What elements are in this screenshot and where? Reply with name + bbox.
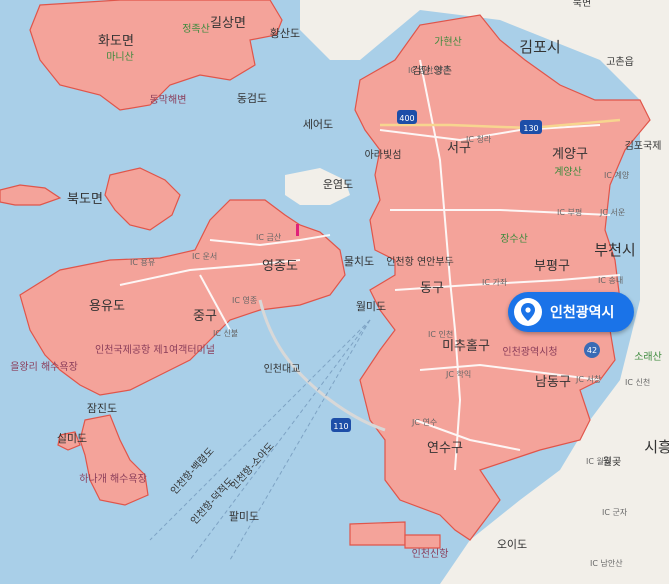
city-marker-label: 인천광역시 [550,305,615,321]
city-marker[interactable]: 인천광역시 [508,292,634,332]
label-gochon: 고촌읍 [606,56,634,68]
label-wolmi-do: 월미도 [356,300,386,313]
label-gyeyang-gu: 계양구 [552,147,588,162]
label-incheon-ferry: 인천항 연안부두 [386,256,454,268]
ic-marker: IC 신천 [625,377,650,387]
ic-marker: JC 학익 [445,369,471,379]
label-dong-gu: 동구 [420,281,444,296]
label-dongmak-beach: 동막해변 [150,93,187,106]
ic-marker: IC 월곶 [586,456,611,466]
construction-marker [296,224,299,236]
label-yeongjong-do: 영종도 [262,259,298,274]
label-gimpo-si: 김포시 [519,38,560,56]
ic-marker: IC 영종 [232,295,257,305]
label-jammil-do: 잠진도 [87,402,117,415]
svg-text:110: 110 [333,422,348,431]
label-undeom-do: 운염도 [323,178,353,191]
label-sorae-san: 소래산 [634,351,662,363]
label-hwado-myeon: 화도면 [98,34,134,49]
ic-marker: IC 인천 [428,329,453,339]
label-siheung-si: 시흥 [644,438,669,456]
label-gyeyang-san: 계양산 [554,166,582,178]
label-bucheon-si: 부천시 [594,241,635,259]
label-oi-do: 오이도 [497,538,527,551]
ic-marker: JC 서창 [575,375,602,384]
newport-pier [404,534,441,549]
ic-marker: IC 청라 [466,135,492,144]
ic-marker: IC 송내 [598,276,623,285]
ic-marker: IC 가좌 [482,278,508,287]
label-namdong-gu: 남동구 [535,375,571,390]
label-jung-gu-island: 중구 [193,309,217,324]
highway-shield-110: 110 [331,418,351,432]
label-incheon-city-hall: 인천광역시청 [502,346,557,358]
ic-marker: IC 검단.양촌 [408,65,450,75]
label-hanagae-beach: 하나개 해수욕장 [79,472,147,485]
label-gimpo-airport: 김포국제 [625,140,662,152]
label-yongyu-do: 용유도 [89,299,125,314]
highway-shield-130: 130 [520,120,542,134]
label-wangsan-beach: 을왕리 해수욕장 [10,360,78,373]
incheon-newport [349,521,406,546]
label-hwangsan-do: 황산도 [270,27,300,40]
ic-marker: IC 금산 [256,232,282,242]
label-ara-bridge: 아라빛섬 [365,149,402,161]
svg-text:130: 130 [523,124,538,133]
label-incheon-bridge: 인천대교 [264,363,301,375]
ic-marker: IC 남안산 [590,558,623,568]
label-mulchi-do: 물치도 [344,255,374,268]
label-dongeom-do: 동검도 [237,92,267,105]
location-pin-icon [514,298,542,326]
ic-marker: JC 서운 [599,208,625,217]
ic-marker: IC 운서 [192,252,217,261]
highway-shield-400: 400 [397,110,417,124]
label-palmi-do: 팔미도 [229,510,259,523]
label-mani-san: 마니산 [106,51,134,63]
label-gilsang-myeon: 길상면 [210,16,246,31]
label-bukbyeon: 북변 [573,0,591,9]
svg-text:400: 400 [399,114,414,123]
ic-marker: IC 군자 [602,508,628,517]
label-bupyeong-gu: 부평구 [534,259,570,274]
highway-shield-42: 42 [584,342,600,358]
ic-marker: JC 연수 [411,418,437,427]
svg-text:42: 42 [587,346,597,355]
ic-marker: IC 계양 [604,170,630,180]
ic-marker: IC 신불 [213,328,238,338]
label-silmi-do: 실미도 [57,432,87,445]
ic-marker: IC 부평 [557,207,582,217]
label-yeonsu-gu: 연수구 [427,441,463,456]
ic-marker: IC 용유 [130,258,155,267]
label-jeongjok-san: 정족산 [182,23,210,35]
label-gahyeon-san: 가현산 [434,36,462,48]
label-seeo-do: 세어도 [303,118,333,131]
label-michuhol-gu: 미추홀구 [442,339,490,354]
label-airport-terminal: 인천국제공항 제1여객터미널 [95,344,215,356]
label-bukdo-myeon: 북도면 [67,192,103,207]
label-incheon-newport: 인천신항 [412,548,449,560]
label-jangsu-san: 장수산 [500,233,528,245]
